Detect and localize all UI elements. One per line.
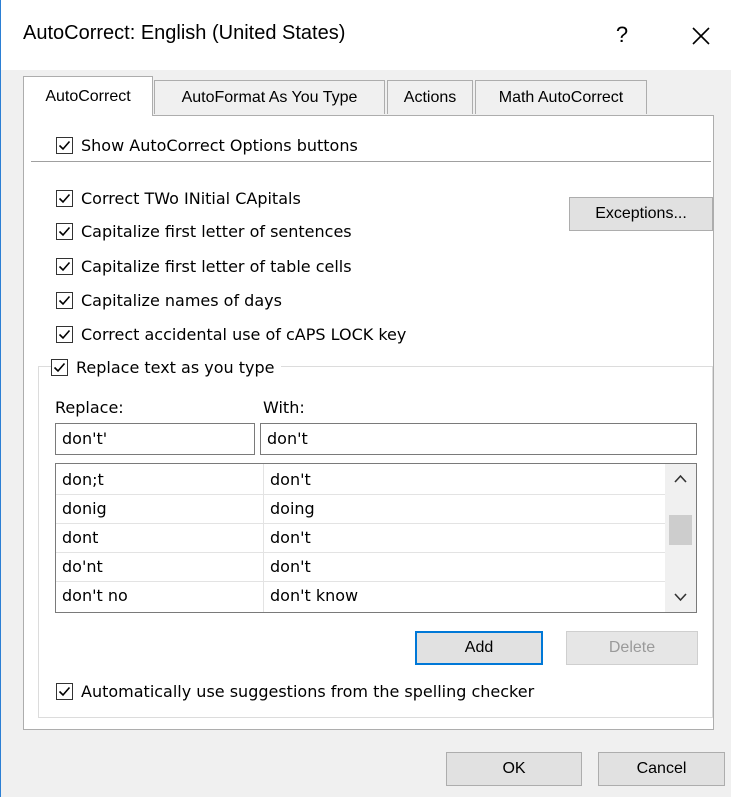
ok-button[interactable]: OK	[446, 752, 582, 786]
capitalize-names-of-days-checkbox[interactable]: Capitalize names of days	[56, 288, 282, 312]
replace-cell: don;t	[62, 470, 104, 489]
checkbox-box	[56, 325, 73, 343]
with-cell: don't know	[270, 586, 359, 605]
scroll-thumb[interactable]	[669, 515, 692, 545]
tab-autoformat-as-you-type[interactable]: AutoFormat As You Type	[154, 80, 385, 114]
checkbox-box	[56, 291, 73, 309]
checkbox-box	[56, 682, 73, 700]
capitalize-first-letter-table-cells-checkbox[interactable]: Capitalize first letter of table cells	[56, 254, 352, 278]
checkbox-box	[56, 189, 73, 207]
column-divider	[263, 464, 264, 612]
replacement-list[interactable]: don;t don't donig doing dont don't do'nt…	[55, 463, 697, 613]
checkbox-label: Capitalize first letter of sentences	[81, 221, 352, 241]
checkbox-label: Show AutoCorrect Options buttons	[81, 135, 358, 155]
tab-autocorrect[interactable]: AutoCorrect	[23, 76, 153, 116]
with-input[interactable]: don't	[260, 423, 697, 455]
replace-cell: do'nt	[62, 557, 103, 576]
replace-cell: dont	[62, 528, 99, 547]
list-item[interactable]: don;t don't	[56, 466, 665, 495]
replace-text-as-you-type-checkbox[interactable]: Replace text as you type	[51, 355, 281, 379]
with-cell: don't	[270, 557, 311, 576]
checkmark-icon	[58, 295, 71, 305]
list-item[interactable]: donig doing	[56, 495, 665, 524]
exceptions-button[interactable]: Exceptions...	[569, 197, 713, 231]
checkbox-label: Correct TWo INitial CApitals	[81, 188, 301, 208]
replace-input[interactable]: don't'	[55, 423, 255, 455]
cancel-button[interactable]: Cancel	[598, 752, 725, 786]
list-item[interactable]: do'nt don't	[56, 553, 665, 582]
with-label: With:	[263, 398, 305, 417]
help-button[interactable]: ?	[607, 18, 637, 52]
with-cell: don't	[270, 470, 311, 489]
checkmark-icon	[58, 226, 71, 236]
capitalize-first-letter-sentences-checkbox[interactable]: Capitalize first letter of sentences	[56, 219, 352, 243]
checkbox-box	[51, 358, 68, 376]
window-title: AutoCorrect: English (United States)	[23, 22, 346, 44]
title-bar[interactable]: AutoCorrect: English (United States) ?	[1, 0, 731, 70]
checkbox-label: Automatically use suggestions from the s…	[81, 681, 535, 701]
chevron-down-icon	[674, 593, 687, 602]
correct-two-initial-capitals-checkbox[interactable]: Correct TWo INitial CApitals	[56, 186, 301, 210]
checkmark-icon	[58, 261, 71, 271]
checkbox-box	[56, 136, 73, 154]
checkbox-box	[56, 222, 73, 240]
close-icon	[692, 27, 710, 45]
with-cell: doing	[270, 499, 315, 518]
scroll-down-button[interactable]	[665, 583, 696, 612]
show-autocorrect-options-checkbox[interactable]: Show AutoCorrect Options buttons	[56, 133, 358, 157]
checkmark-icon	[58, 193, 71, 203]
add-button[interactable]: Add	[415, 631, 543, 665]
checkmark-icon	[58, 686, 71, 696]
scroll-up-button[interactable]	[665, 464, 696, 493]
list-item[interactable]: don't no don't know	[56, 582, 665, 611]
replace-cell: don't no	[62, 586, 128, 605]
correct-caps-lock-checkbox[interactable]: Correct accidental use of cAPS LOCK key	[56, 322, 406, 346]
tab-actions[interactable]: Actions	[387, 80, 473, 114]
use-spelling-suggestions-checkbox[interactable]: Automatically use suggestions from the s…	[56, 679, 534, 703]
delete-button[interactable]: Delete	[566, 631, 698, 665]
checkbox-label: Capitalize first letter of table cells	[81, 256, 352, 276]
checkbox-label: Capitalize names of days	[81, 290, 282, 310]
checkbox-box	[56, 257, 73, 275]
replace-label: Replace:	[55, 398, 124, 417]
checkbox-label: Replace text as you type	[76, 357, 275, 377]
list-scrollbar[interactable]	[665, 464, 696, 612]
chevron-up-icon	[674, 474, 687, 483]
tab-math-autocorrect[interactable]: Math AutoCorrect	[475, 80, 647, 114]
separator-line	[31, 161, 711, 162]
close-button[interactable]	[681, 16, 721, 56]
with-cell: don't	[270, 528, 311, 547]
checkmark-icon	[58, 140, 71, 150]
autocorrect-dialog: AutoCorrect: English (United States) ? A…	[0, 0, 731, 797]
replace-cell: donig	[62, 499, 107, 518]
list-item[interactable]: dont don't	[56, 524, 665, 553]
checkbox-label: Correct accidental use of cAPS LOCK key	[81, 324, 407, 344]
checkmark-icon	[53, 362, 66, 372]
checkmark-icon	[58, 329, 71, 339]
